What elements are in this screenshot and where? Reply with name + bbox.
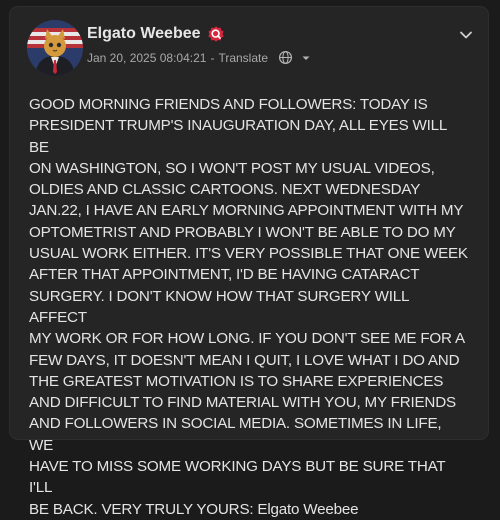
post-card: Elgato Weebee Jan 20, 2025 08:04:21 - Tr…	[10, 7, 488, 518]
post-meta: Jan 20, 2025 08:04:21 - Translate	[87, 50, 311, 65]
avatar[interactable]	[27, 20, 83, 76]
caret-down-icon[interactable]	[301, 53, 311, 63]
author-row: Elgato Weebee	[87, 25, 225, 43]
globe-icon[interactable]	[278, 50, 293, 65]
post-body-text: GOOD MORNING FRIENDS AND FOLLOWERS: TODA…	[29, 96, 468, 518]
post-timestamp[interactable]: Jan 20, 2025 08:04:21	[87, 51, 206, 65]
avatar-image	[27, 20, 83, 76]
author-name[interactable]: Elgato Weebee	[87, 25, 201, 43]
meta-separator: -	[210, 50, 215, 65]
verified-badge-icon	[207, 25, 225, 43]
chevron-down-icon[interactable]	[458, 27, 474, 43]
translate-link[interactable]: Translate	[218, 51, 268, 65]
